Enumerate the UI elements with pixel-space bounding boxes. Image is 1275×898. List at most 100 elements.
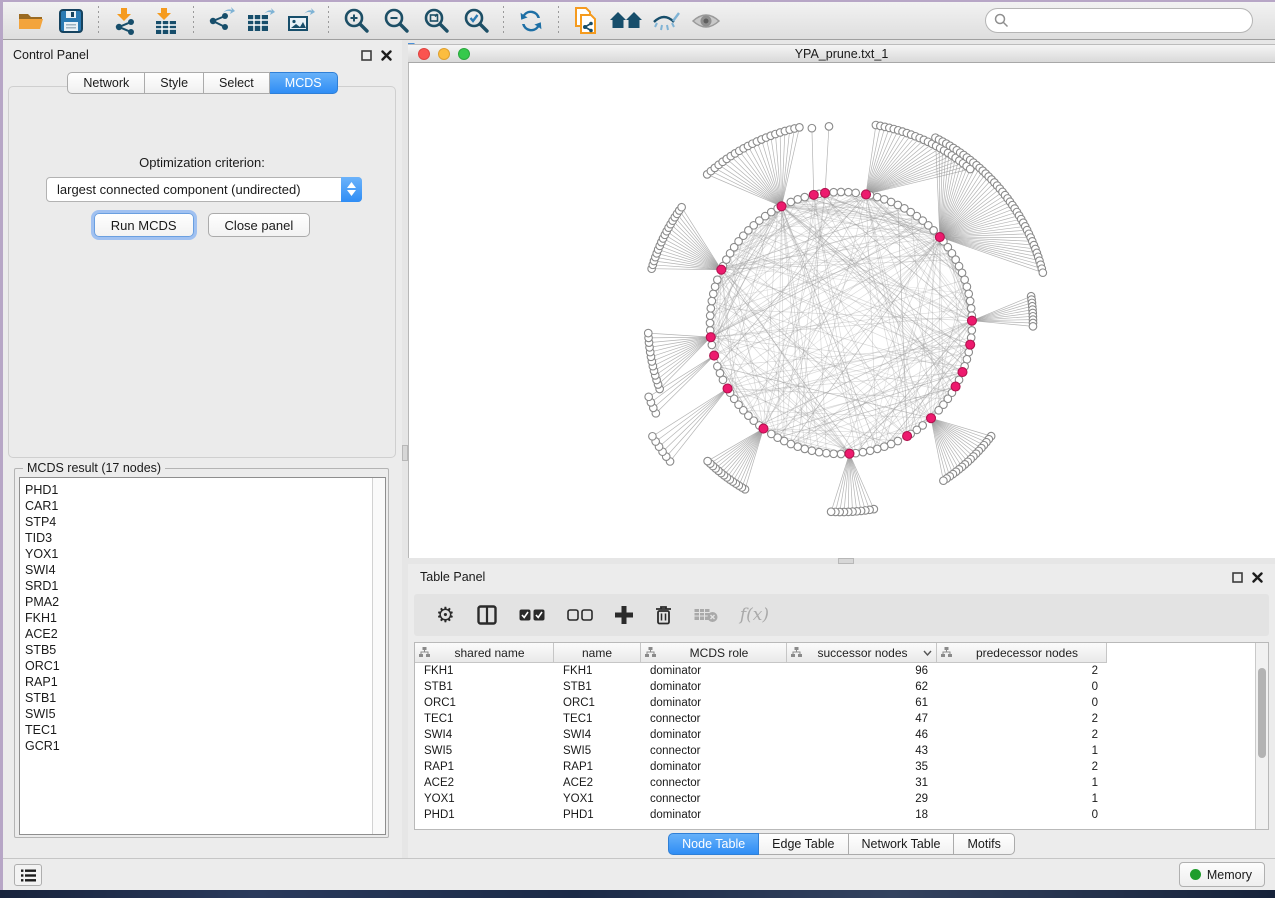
table-cell[interactable]: SWI4 xyxy=(415,729,554,741)
graph-node[interactable] xyxy=(873,193,881,201)
table-cell[interactable]: 2 xyxy=(937,761,1107,773)
show-panels-button[interactable] xyxy=(14,864,42,886)
table-cell[interactable]: SWI5 xyxy=(554,745,641,757)
table-cell[interactable]: 61 xyxy=(787,697,937,709)
export-image-button[interactable] xyxy=(281,5,321,37)
mcds-result-item[interactable]: TEC1 xyxy=(25,722,372,738)
graph-mcds-node[interactable] xyxy=(723,384,732,393)
graph-mcds-node[interactable] xyxy=(717,265,726,274)
graph-node[interactable] xyxy=(707,305,715,313)
table-cell[interactable]: 1 xyxy=(937,745,1107,757)
mcds-result-item[interactable]: PMA2 xyxy=(25,594,372,610)
mcds-result-item[interactable]: TID3 xyxy=(25,530,372,546)
export-network-button[interactable] xyxy=(201,5,241,37)
tab-style[interactable]: Style xyxy=(145,72,204,94)
zoom-out-button[interactable] xyxy=(376,5,416,37)
column-header-MCDS-role[interactable]: MCDS role xyxy=(641,643,787,663)
column-header-predecessor-nodes[interactable]: predecessor nodes xyxy=(937,643,1107,663)
first-neighbors-button[interactable] xyxy=(606,5,646,37)
delete-table-button[interactable] xyxy=(694,607,718,623)
graph-mcds-node[interactable] xyxy=(809,190,818,199)
table-cell[interactable]: TEC1 xyxy=(554,713,641,725)
tab-node-table[interactable]: Node Table xyxy=(668,833,759,855)
table-row[interactable]: PHD1PHD1dominator180 xyxy=(415,807,1251,823)
graph-node[interactable] xyxy=(827,508,835,516)
network-window-titlebar[interactable]: YPA_prune.txt_1 xyxy=(408,44,1275,63)
table-cell[interactable]: SWI5 xyxy=(415,745,554,757)
graph-node[interactable] xyxy=(706,312,714,320)
tab-network[interactable]: Network xyxy=(67,72,145,94)
graph-node[interactable] xyxy=(644,329,652,337)
table-cell[interactable]: 47 xyxy=(787,713,937,725)
save-button[interactable] xyxy=(51,5,91,37)
table-scrollbar-thumb[interactable] xyxy=(1258,668,1266,758)
mcds-result-item[interactable]: YOX1 xyxy=(25,546,372,562)
table-cell[interactable]: 31 xyxy=(787,777,937,789)
tab-edge-table[interactable]: Edge Table xyxy=(759,833,848,855)
graph-node[interactable] xyxy=(859,448,867,456)
table-cell[interactable]: YOX1 xyxy=(415,793,554,805)
select-all-button[interactable] xyxy=(519,609,545,621)
table-cell[interactable]: PHD1 xyxy=(415,809,554,821)
mcds-result-item[interactable]: RAP1 xyxy=(25,674,372,690)
graph-mcds-node[interactable] xyxy=(759,424,768,433)
mcds-result-item[interactable]: ORC1 xyxy=(25,658,372,674)
table-cell[interactable]: 18 xyxy=(787,809,937,821)
graph-node[interactable] xyxy=(935,406,943,414)
table-cell[interactable]: ORC1 xyxy=(415,697,554,709)
graph-node[interactable] xyxy=(796,124,804,132)
graph-mcds-node[interactable] xyxy=(903,432,912,441)
refresh-button[interactable] xyxy=(511,5,551,37)
table-cell[interactable]: 1 xyxy=(937,793,1107,805)
mcds-result-item[interactable]: STB1 xyxy=(25,690,372,706)
run-mcds-button[interactable]: Run MCDS xyxy=(94,213,194,237)
table-cell[interactable]: TEC1 xyxy=(415,713,554,725)
table-cell[interactable]: dominator xyxy=(641,697,787,709)
memory-button[interactable]: Memory xyxy=(1179,862,1265,887)
graph-node[interactable] xyxy=(961,276,969,284)
function-builder-button[interactable]: f(x) xyxy=(740,605,769,625)
graph-node[interactable] xyxy=(706,319,714,327)
table-cell[interactable]: RAP1 xyxy=(415,761,554,773)
graph-node[interactable] xyxy=(837,450,845,458)
graph-node[interactable] xyxy=(830,188,838,196)
graph-node[interactable] xyxy=(968,327,976,335)
graph-node[interactable] xyxy=(704,457,712,465)
graph-mcds-node[interactable] xyxy=(821,188,830,197)
graph-node[interactable] xyxy=(808,447,816,455)
close-panel-icon[interactable] xyxy=(381,50,392,61)
graph-node[interactable] xyxy=(708,341,716,349)
table-cell[interactable]: connector xyxy=(641,713,787,725)
mcds-result-item[interactable]: SWI4 xyxy=(25,562,372,578)
graph-node[interactable] xyxy=(823,449,831,457)
mcds-result-item[interactable]: SWI5 xyxy=(25,706,372,722)
table-cell[interactable]: dominator xyxy=(641,809,787,821)
graph-node[interactable] xyxy=(711,283,719,291)
tab-mcds[interactable]: MCDS xyxy=(270,72,338,94)
table-cell[interactable]: FKH1 xyxy=(415,665,554,677)
table-row[interactable]: RAP1RAP1dominator352 xyxy=(415,759,1251,775)
table-cell[interactable]: dominator xyxy=(641,729,787,741)
mcds-result-item[interactable]: PHD1 xyxy=(25,482,372,498)
graph-node[interactable] xyxy=(837,188,845,196)
mcds-result-item[interactable]: STP4 xyxy=(25,514,372,530)
table-cell[interactable]: connector xyxy=(641,793,787,805)
network-graph[interactable] xyxy=(409,63,1275,558)
graph-node[interactable] xyxy=(965,290,973,298)
graph-mcds-node[interactable] xyxy=(966,340,975,349)
graph-node[interactable] xyxy=(825,123,833,131)
graph-mcds-node[interactable] xyxy=(951,382,960,391)
close-panel-button[interactable]: Close panel xyxy=(208,213,311,237)
graph-node[interactable] xyxy=(714,276,722,284)
table-row[interactable]: SWI4SWI4dominator462 xyxy=(415,727,1251,743)
mcds-list-scrollbar[interactable] xyxy=(372,478,385,834)
zoom-fit-button[interactable] xyxy=(416,5,456,37)
table-cell[interactable]: 2 xyxy=(937,713,1107,725)
graph-node[interactable] xyxy=(866,447,874,455)
table-cell[interactable]: 0 xyxy=(937,681,1107,693)
table-cell[interactable]: dominator xyxy=(641,761,787,773)
graph-node[interactable] xyxy=(808,124,816,132)
table-cell[interactable]: connector xyxy=(641,745,787,757)
delete-column-button[interactable] xyxy=(655,605,672,625)
table-row[interactable]: ORC1ORC1dominator610 xyxy=(415,695,1251,711)
